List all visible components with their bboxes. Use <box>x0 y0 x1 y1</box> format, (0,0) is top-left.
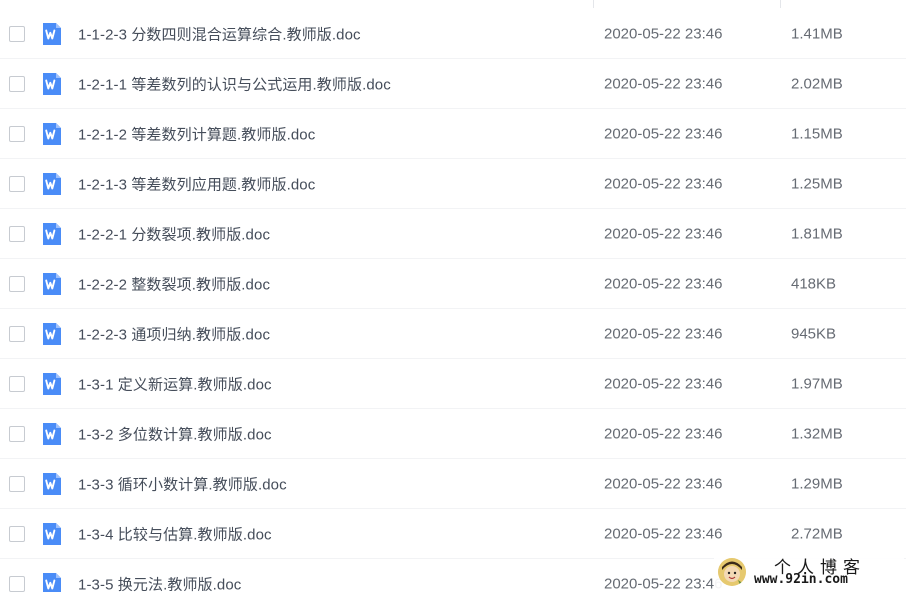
row-checkbox[interactable] <box>9 175 25 192</box>
file-row[interactable]: 1-1-2-3 分数四则混合运算综合.教师版.doc 2020-05-22 23:… <box>0 9 906 59</box>
file-list: 1-1-2-3 分数四则混合运算综合.教师版.doc 2020-05-22 23:… <box>0 0 906 592</box>
file-row[interactable]: 1-3-1 定义新运算.教师版.doc 2020-05-22 23:46 1.97M… <box>0 359 906 409</box>
file-name-link[interactable]: 1-3-3 循环小数计算.教师版.doc <box>78 473 287 494</box>
file-size: 1.29MB <box>791 475 843 492</box>
file-size: 1.32MB <box>791 425 843 442</box>
file-name-link[interactable]: 1-3-2 多位数计算.教师版.doc <box>78 423 272 444</box>
word-doc-icon <box>40 422 64 446</box>
file-name-link[interactable]: 1-2-1-3 等差数列应用题.教师版.doc <box>78 173 315 194</box>
file-row[interactable]: 1-2-1-1 等差数列的认识与公式运用.教师版.doc 2020-05-22 2… <box>0 59 906 109</box>
file-row[interactable]: 1-2-2-2 整数裂项.教师版.doc 2020-05-22 23:46 418K… <box>0 259 906 309</box>
row-checkbox[interactable] <box>9 75 25 92</box>
file-modified-date: 2020-05-22 23:46 <box>604 175 723 192</box>
file-modified-date: 2020-05-22 23:46 <box>604 225 723 242</box>
file-name-link[interactable]: 1-2-2-1 分数裂项.教师版.doc <box>78 223 270 244</box>
row-checkbox[interactable] <box>9 225 25 242</box>
file-row[interactable]: 1-2-1-3 等差数列应用题.教师版.doc 2020-05-22 23:46 1… <box>0 159 906 209</box>
file-modified-date: 2020-05-22 23:46 <box>604 325 723 342</box>
word-doc-icon <box>40 472 64 496</box>
file-row[interactable]: 1-2-1-2 等差数列计算题.教师版.doc 2020-05-22 23:46 1… <box>0 109 906 159</box>
word-doc-icon <box>40 222 64 246</box>
file-modified-date: 2020-05-22 23:46 <box>604 275 723 292</box>
row-checkbox[interactable] <box>9 325 25 342</box>
row-checkbox[interactable] <box>9 375 25 392</box>
file-modified-date: 2020-05-22 23:46 <box>604 25 723 42</box>
file-name-link[interactable]: 1-3-1 定义新运算.教师版.doc <box>78 373 272 394</box>
file-size: 1.81MB <box>791 225 843 242</box>
word-doc-icon <box>40 72 64 96</box>
file-modified-date: 2020-05-22 23:46 <box>604 475 723 492</box>
word-doc-icon <box>40 522 64 546</box>
file-row[interactable]: 1-2-2-1 分数裂项.教师版.doc 2020-05-22 23:46 1.81… <box>0 209 906 259</box>
file-name-link[interactable]: 1-2-1-2 等差数列计算题.教师版.doc <box>78 123 315 144</box>
file-row[interactable]: 1-3-3 循环小数计算.教师版.doc 2020-05-22 23:46 1.29… <box>0 459 906 509</box>
file-name-link[interactable]: 1-2-1-1 等差数列的认识与公式运用.教师版.doc <box>78 73 391 94</box>
column-divider[interactable] <box>780 0 781 8</box>
row-checkbox[interactable] <box>9 425 25 442</box>
file-name-link[interactable]: 1-2-2-2 整数裂项.教师版.doc <box>78 273 270 294</box>
word-doc-icon <box>40 172 64 196</box>
word-doc-icon <box>40 122 64 146</box>
file-size: 2.02MB <box>791 75 843 92</box>
watermark-avatar-icon <box>718 558 746 586</box>
word-doc-icon <box>40 372 64 396</box>
file-size: 1.41MB <box>791 25 843 42</box>
file-name-link[interactable]: 1-1-2-3 分数四则混合运算综合.教师版.doc <box>78 23 361 44</box>
word-doc-icon <box>40 572 64 592</box>
file-row[interactable]: 1-2-2-3 通项归纳.教师版.doc 2020-05-22 23:46 945K… <box>0 309 906 359</box>
file-size: 418KB <box>791 275 837 292</box>
row-checkbox[interactable] <box>9 25 25 42</box>
file-modified-date: 2020-05-22 23:46 <box>604 575 723 592</box>
file-modified-date: 2020-05-22 23:46 <box>604 125 723 142</box>
file-size: 1.97MB <box>791 375 843 392</box>
row-checkbox[interactable] <box>9 275 25 292</box>
file-modified-date: 2020-05-22 23:46 <box>604 525 723 542</box>
word-doc-icon <box>40 272 64 296</box>
file-size: 1.15MB <box>791 125 843 142</box>
file-modified-date: 2020-05-22 23:46 <box>604 425 723 442</box>
row-checkbox[interactable] <box>9 125 25 142</box>
word-doc-icon <box>40 322 64 346</box>
word-doc-icon <box>40 22 64 46</box>
row-checkbox[interactable] <box>9 525 25 542</box>
file-size: 1.25MB <box>791 175 843 192</box>
file-size: 945KB <box>791 325 837 342</box>
row-checkbox[interactable] <box>9 475 25 492</box>
file-row[interactable]: 1-3-2 多位数计算.教师版.doc 2020-05-22 23:46 1.32M… <box>0 409 906 459</box>
file-modified-date: 2020-05-22 23:46 <box>604 375 723 392</box>
watermark-url: www.92in.com <box>754 572 848 587</box>
file-name-link[interactable]: 1-2-2-3 通项归纳.教师版.doc <box>78 323 270 344</box>
column-divider[interactable] <box>593 0 594 8</box>
file-name-link[interactable]: 1-3-4 比较与估算.教师版.doc <box>78 523 272 544</box>
file-name-link[interactable]: 1-3-5 换元法.教师版.doc <box>78 573 241 592</box>
file-modified-date: 2020-05-22 23:46 <box>604 75 723 92</box>
file-size: 2.72MB <box>791 525 843 542</box>
row-checkbox[interactable] <box>9 575 25 592</box>
watermark: 个人博客 www.92in.com <box>714 552 904 592</box>
